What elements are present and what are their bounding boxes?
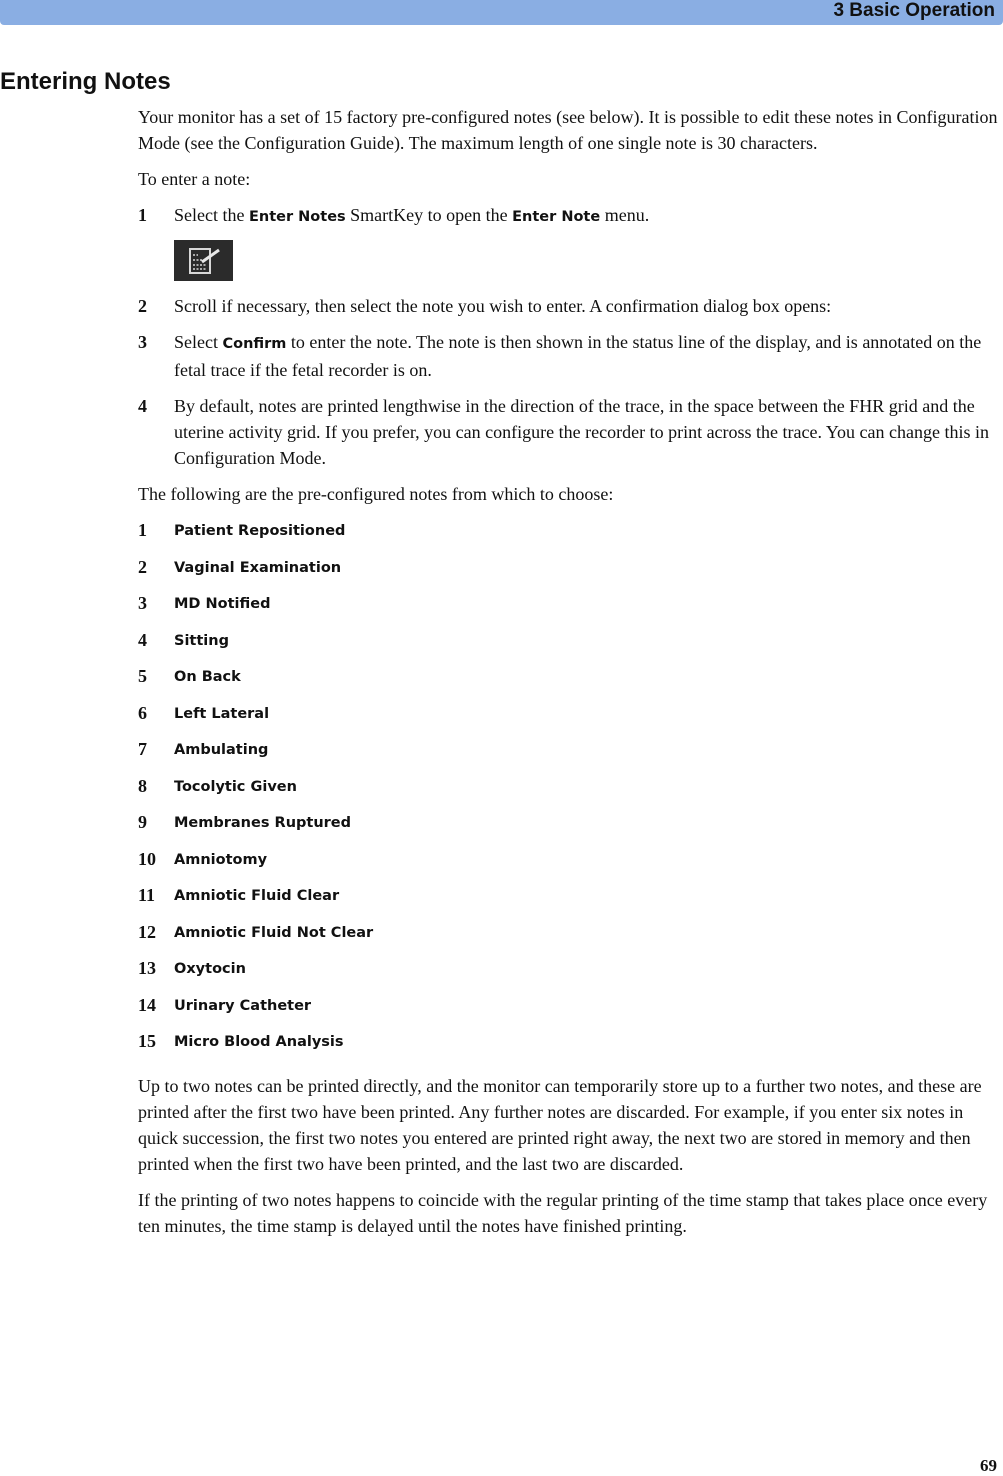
section-title: Entering Notes — [0, 68, 171, 95]
note-label: Vaginal Examination — [174, 559, 342, 576]
enter-notes-smartkey-icon — [174, 240, 233, 281]
note-label: On Back — [174, 669, 241, 685]
notes-intro: The following are the pre-configured not… — [138, 484, 614, 504]
step-text-part: Select the — [174, 205, 249, 225]
ui-term-enter-notes: Enter Notes — [248, 209, 346, 225]
note-label: Urinary Catheter — [174, 997, 312, 1014]
step-text-part: Select — [174, 332, 223, 352]
note-number: 4 — [138, 629, 147, 650]
note-number: 2 — [138, 556, 147, 577]
procedure-intro: To enter a note: — [138, 169, 251, 189]
preconfigured-notes-list: 1 Patient Repositioned 2 Vaginal Examinati… — [138, 517, 1000, 1065]
step-text-part: menu. — [600, 205, 650, 225]
step-2: 2 Scroll if necessary, then select the n… — [138, 293, 1000, 319]
note-number: 8 — [138, 775, 147, 796]
ui-term-enter-note: Enter Note — [512, 209, 601, 225]
note-number: 3 — [138, 593, 147, 613]
note-label: Left Lateral — [174, 705, 270, 722]
ui-term-confirm: Confirm — [222, 336, 287, 352]
list-item: 13 Oxytocin — [138, 955, 1000, 992]
note-label: Tocolytic Given — [174, 778, 297, 795]
list-item: 3 MD Notified — [138, 590, 1000, 627]
note-number: 13 — [138, 958, 156, 978]
step-3: 3 Select Confirm to enter the note. The … — [138, 329, 1000, 383]
step-text: Scroll if necessary, then select the not… — [174, 296, 832, 316]
list-item: 15 Micro Blood Analysis — [138, 1028, 1000, 1065]
note-number: 6 — [138, 702, 147, 723]
note-label: Amniotic Fluid Not Clear — [174, 924, 374, 941]
list-item: 12 Amniotic Fluid Not Clear — [138, 919, 1000, 956]
note-label: Oxytocin — [174, 961, 246, 977]
closing-paragraph: Up to two notes can be printed directly,… — [138, 1075, 982, 1174]
note-label: Sitting — [174, 632, 229, 649]
list-item: 1 Patient Repositioned — [138, 517, 1000, 554]
chapter-title: 3 Basic Operation — [833, 0, 995, 21]
step-text-part: SmartKey to open the — [345, 205, 513, 225]
list-item: 2 Vaginal Examination — [138, 554, 1000, 591]
note-label: MD Notified — [174, 596, 271, 612]
list-item: 8 Tocolytic Given — [138, 773, 1000, 810]
document-body: Your monitor has a set of 15 factory pre… — [138, 104, 1000, 1249]
step-1: 1 Select the Enter Notes SmartKey to ope… — [138, 202, 1000, 230]
note-number: 1 — [138, 520, 147, 540]
list-item: 11 Amniotic Fluid Clear — [138, 882, 1000, 919]
note-number: 10 — [138, 848, 156, 869]
note-number: 7 — [138, 739, 147, 759]
note-number: 9 — [138, 812, 147, 832]
page-number: 69 — [980, 1456, 997, 1475]
note-label: Ambulating — [174, 742, 269, 758]
step-number: 4 — [138, 396, 147, 416]
note-number: 11 — [138, 885, 156, 905]
step-text: Select the Enter Notes SmartKey to open … — [174, 202, 1000, 230]
step-4: 4 By default, notes are printed lengthwi… — [138, 393, 1000, 471]
step-text-part: to enter the note. The note is then show… — [174, 332, 982, 380]
note-number: 14 — [138, 994, 156, 1015]
note-label: Amniotic Fluid Clear — [174, 888, 340, 904]
closing-paragraph: If the printing of two notes happens to … — [138, 1189, 988, 1236]
step-number: 1 — [138, 205, 147, 225]
note-label: Patient Repositioned — [174, 523, 346, 539]
list-item: 6 Left Lateral — [138, 700, 1000, 737]
list-item: 14 Urinary Catheter — [138, 992, 1000, 1029]
note-label: Membranes Ruptured — [174, 815, 352, 831]
list-item: 4 Sitting — [138, 627, 1000, 664]
step-number: 3 — [138, 332, 147, 352]
step-number: 2 — [138, 296, 147, 316]
list-item: 7 Ambulating — [138, 736, 1000, 773]
note-number: 12 — [138, 921, 156, 942]
note-number: 5 — [138, 666, 147, 686]
note-label: Micro Blood Analysis — [174, 1034, 344, 1050]
chapter-header-bar: 3 Basic Operation — [0, 0, 1003, 25]
intro-paragraph: Your monitor has a set of 15 factory pre… — [138, 107, 998, 153]
list-item: 10 Amniotomy — [138, 846, 1000, 883]
list-item: 5 On Back — [138, 663, 1000, 700]
note-number: 15 — [138, 1031, 156, 1051]
step-text: By default, notes are printed lengthwise… — [174, 396, 989, 468]
step-text: Select Confirm to enter the note. The no… — [174, 329, 1000, 383]
list-item: 9 Membranes Ruptured — [138, 809, 1000, 846]
note-label: Amniotomy — [174, 851, 268, 868]
